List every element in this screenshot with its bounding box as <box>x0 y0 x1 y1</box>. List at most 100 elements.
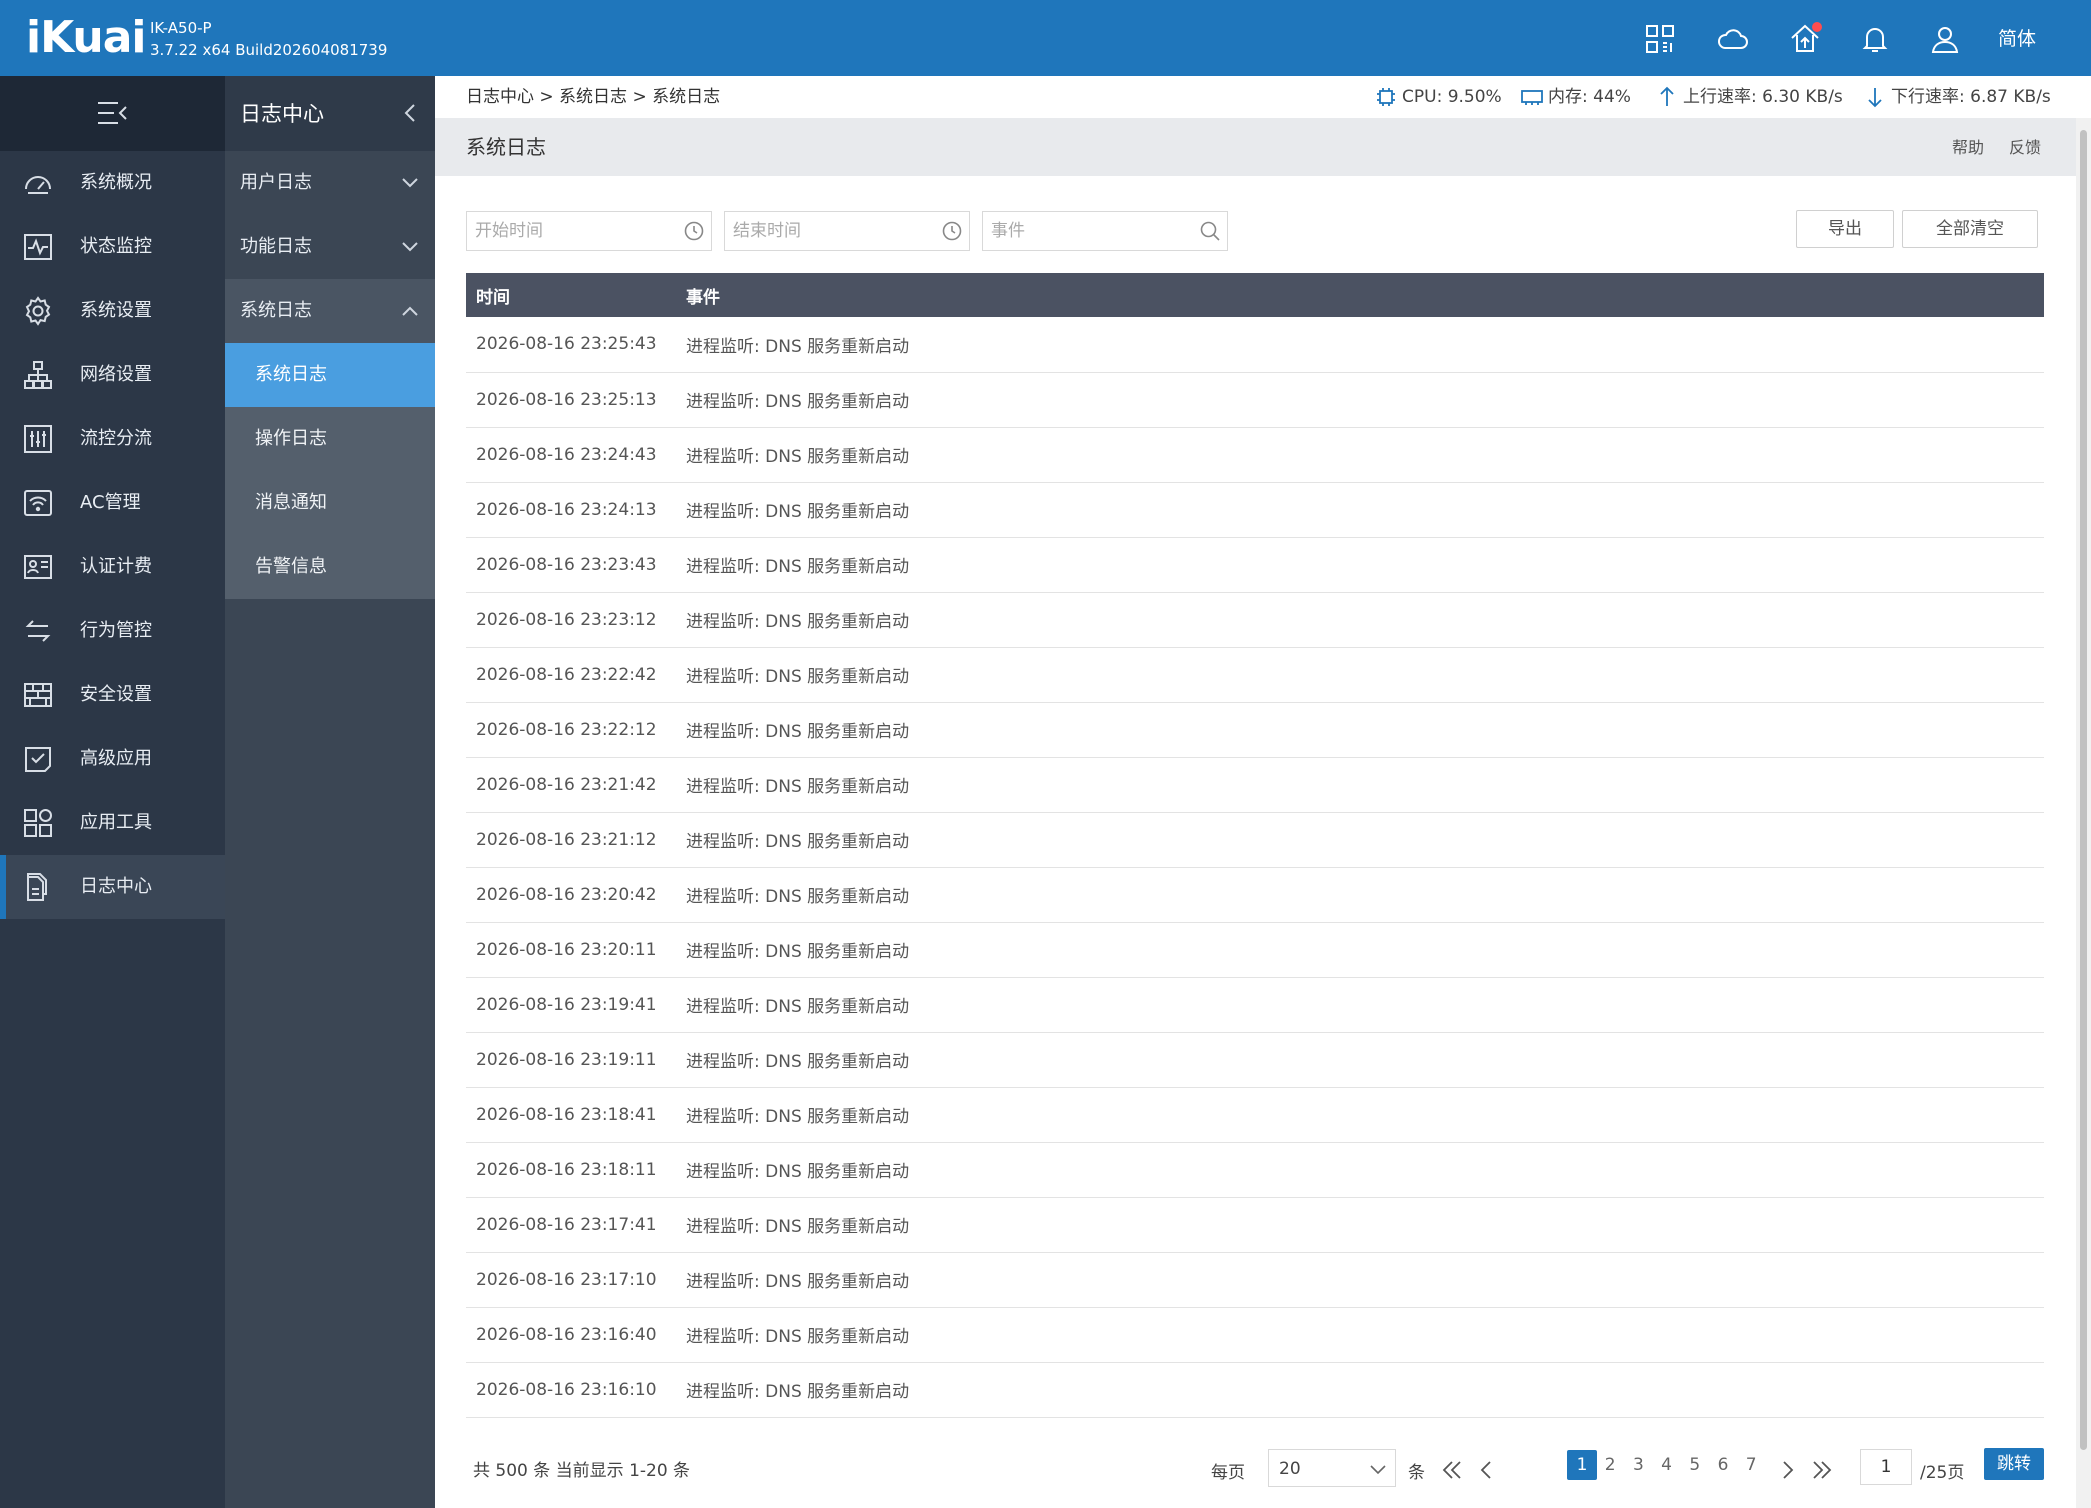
sidebar-header <box>0 76 225 151</box>
page-number-button[interactable]: 3 <box>1623 1450 1653 1480</box>
sidebar-item-log-center[interactable]: 日志中心 <box>0 855 225 919</box>
per-page-unit: 条 <box>1408 1463 1425 1483</box>
log-event-cell: 进程监听: DNS 服务重新启动 <box>676 757 2044 813</box>
page-number-button[interactable]: 2 <box>1595 1450 1625 1480</box>
log-time-cell: 2026-08-16 23:18:11 <box>466 1142 676 1198</box>
scrollbar[interactable] <box>2076 118 2091 1508</box>
jump-button[interactable]: 跳转 <box>1984 1448 2044 1480</box>
page-number-button[interactable]: 1 <box>1567 1450 1597 1480</box>
sidebar-item-monitor[interactable]: 状态监控 <box>0 215 225 279</box>
end-time-input[interactable]: 结束时间 <box>724 211 970 251</box>
log-time-cell: 2026-08-16 23:20:11 <box>466 922 676 978</box>
sidebar-item-flow-control[interactable]: 流控分流 <box>0 407 225 471</box>
chevron-down-icon <box>401 175 419 191</box>
end-time-placeholder: 结束时间 <box>733 221 801 241</box>
subnav-group-system-log[interactable]: 系统日志 <box>225 279 435 343</box>
page-number-button[interactable]: 7 <box>1736 1450 1766 1480</box>
sidebar-item-behavior[interactable]: 行为管控 <box>0 599 225 663</box>
first-page-icon[interactable] <box>1440 1457 1464 1483</box>
log-time-cell: 2026-08-16 23:23:43 <box>466 537 676 593</box>
memory-stat: 内存: 44% <box>1520 84 1631 110</box>
subnav-item-label: 操作日志 <box>255 428 327 449</box>
documents-icon <box>22 871 54 903</box>
sidebar-item-advanced[interactable]: 高级应用 <box>0 727 225 791</box>
language-switch[interactable]: 简体 <box>1998 25 2036 53</box>
ikuai-logo[interactable]: iKuai <box>26 10 147 66</box>
subnav-group-user-log[interactable]: 用户日志 <box>225 151 435 215</box>
prev-page-icon[interactable] <box>1475 1457 1499 1483</box>
subnav-item-system-log[interactable]: 系统日志 <box>225 343 435 407</box>
table-row: 2026-08-16 23:16:10 进程监听: DNS 服务重新启动 <box>466 1362 2044 1418</box>
subnav-item-alerts[interactable]: 告警信息 <box>225 535 435 599</box>
page-number-button[interactable]: 4 <box>1652 1450 1682 1480</box>
cpu-stat: CPU: 9.50% <box>1374 84 1502 110</box>
download-value: 下行速率: 6.87 KB/s <box>1891 87 2051 107</box>
event-placeholder: 事件 <box>991 221 1025 241</box>
page-title: 系统日志 <box>466 135 546 159</box>
log-event-cell: 进程监听: DNS 服务重新启动 <box>676 867 2044 923</box>
subnav-item-label: 消息通知 <box>255 492 327 513</box>
next-page-icon[interactable] <box>1775 1457 1799 1483</box>
clock-icon <box>683 220 705 242</box>
chevron-left-icon[interactable] <box>403 102 417 124</box>
event-search-input[interactable]: 事件 <box>982 211 1228 251</box>
arrow-up-icon <box>1655 85 1679 109</box>
table-row: 2026-08-16 23:18:41 进程监听: DNS 服务重新启动 <box>466 1087 2044 1143</box>
sidebar-item-network[interactable]: 网络设置 <box>0 343 225 407</box>
sub-sidebar: 日志中心 用户日志 功能日志 系统日志 系统日志 操作日志 消息通知 告警信息 <box>225 76 435 1508</box>
table-row: 2026-08-16 23:24:13 进程监听: DNS 服务重新启动 <box>466 482 2044 538</box>
start-time-input[interactable]: 开始时间 <box>466 211 712 251</box>
page-number-button[interactable]: 6 <box>1708 1450 1738 1480</box>
log-event-cell: 进程监听: DNS 服务重新启动 <box>676 1307 2044 1363</box>
sidebar-item-label: 高级应用 <box>80 748 152 769</box>
checklist-icon <box>22 743 54 775</box>
sidebar-item-overview[interactable]: 系统概况 <box>0 151 225 215</box>
log-event-cell: 进程监听: DNS 服务重新启动 <box>676 922 2044 978</box>
log-time-cell: 2026-08-16 23:17:41 <box>466 1197 676 1253</box>
export-button[interactable]: 导出 <box>1796 210 1894 248</box>
feedback-link[interactable]: 反馈 <box>2009 137 2041 159</box>
log-time-cell: 2026-08-16 23:21:12 <box>466 812 676 868</box>
subnav-item-operation-log[interactable]: 操作日志 <box>225 407 435 471</box>
clear-all-button[interactable]: 全部清空 <box>1902 210 2038 248</box>
main-content: 日志中心 > 系统日志 > 系统日志 CPU: 9.50% 内存: 44% 上行… <box>435 76 2091 1508</box>
subnav-group-label: 用户日志 <box>240 172 312 193</box>
log-event-cell: 进程监听: DNS 服务重新启动 <box>676 1032 2044 1088</box>
home-upgrade-icon[interactable] <box>1788 22 1822 56</box>
apps-grid-icon[interactable] <box>1643 22 1677 56</box>
sidebar-item-system-settings[interactable]: 系统设置 <box>0 279 225 343</box>
log-time-cell: 2026-08-16 23:17:10 <box>466 1252 676 1308</box>
log-time-cell: 2026-08-16 23:22:12 <box>466 702 676 758</box>
page-number-button[interactable]: 5 <box>1680 1450 1710 1480</box>
sidebar-item-ac[interactable]: AC管理 <box>0 471 225 535</box>
chevron-up-icon <box>401 303 419 319</box>
help-link[interactable]: 帮助 <box>1952 137 1984 159</box>
column-header-time: 时间 <box>466 273 676 317</box>
log-event-cell: 进程监听: DNS 服务重新启动 <box>676 317 2044 373</box>
sidebar-item-app-tools[interactable]: 应用工具 <box>0 791 225 855</box>
page-title-bar: 系统日志 帮助 反馈 <box>435 118 2076 176</box>
page-jump-input[interactable]: 1 <box>1860 1449 1912 1485</box>
scrollbar-thumb[interactable] <box>2080 130 2087 1450</box>
bell-icon[interactable] <box>1858 22 1892 56</box>
log-event-cell: 进程监听: DNS 服务重新启动 <box>676 977 2044 1033</box>
last-page-icon[interactable] <box>1810 1457 1834 1483</box>
sidebar-item-auth-billing[interactable]: 认证计费 <box>0 535 225 599</box>
search-icon <box>1199 220 1221 242</box>
log-event-cell: 进程监听: DNS 服务重新启动 <box>676 592 2044 648</box>
table-row: 2026-08-16 23:23:12 进程监听: DNS 服务重新启动 <box>466 592 2044 648</box>
sidebar-item-security[interactable]: 安全设置 <box>0 663 225 727</box>
device-model: IK-A50-P <box>150 19 212 37</box>
cloud-icon[interactable] <box>1716 22 1750 56</box>
subnav-item-notifications[interactable]: 消息通知 <box>225 471 435 535</box>
log-table: 时间 事件 2026-08-16 23:25:43 进程监听: DNS 服务重新启… <box>466 273 2044 1418</box>
sliders-icon <box>22 423 54 455</box>
user-icon[interactable] <box>1928 22 1962 56</box>
gear-icon <box>22 295 54 327</box>
log-event-cell: 进程监听: DNS 服务重新启动 <box>676 1087 2044 1143</box>
menu-collapse-icon[interactable] <box>94 98 130 128</box>
per-page-select[interactable]: 20 <box>1268 1449 1396 1487</box>
subnav-group-function-log[interactable]: 功能日志 <box>225 215 435 279</box>
total-pages: /25页 <box>1920 1463 1965 1483</box>
top-bar: iKuai IK-A50-P 3.7.22 x64 Build202604081… <box>0 0 2091 76</box>
